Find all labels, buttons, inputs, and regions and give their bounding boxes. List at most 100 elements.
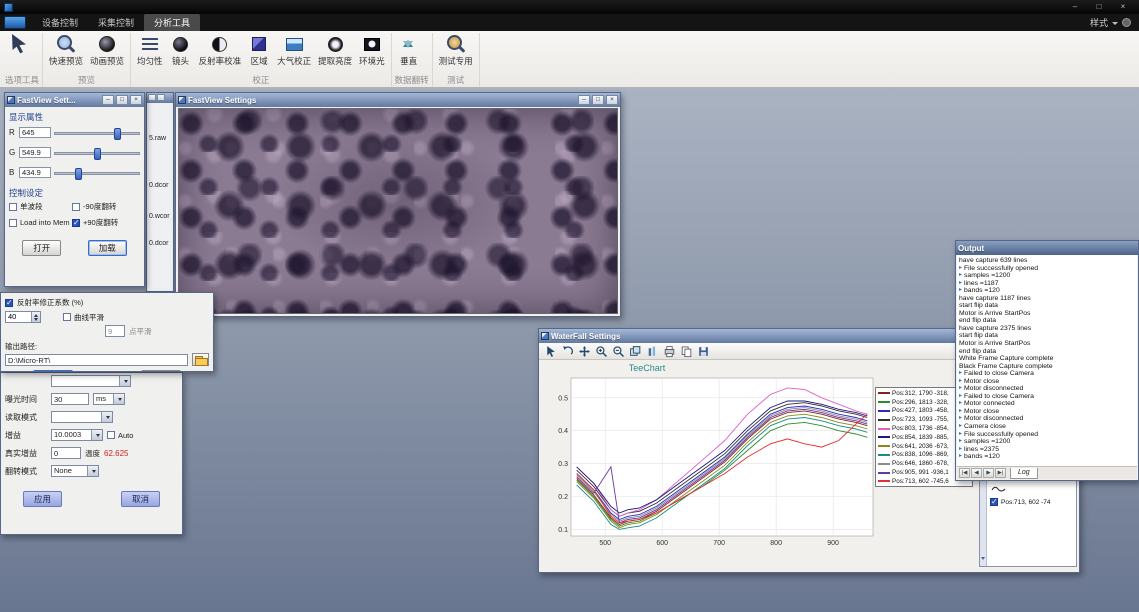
spin-down-icon[interactable] xyxy=(34,318,38,323)
spin-up-icon[interactable] xyxy=(34,312,38,317)
ribbon-item-ambient[interactable]: 环境光 xyxy=(356,33,388,65)
fastview-panel-titlebar[interactable]: FastView Sett... – □ × xyxy=(5,93,144,107)
ribbon-item-cursor[interactable] xyxy=(5,33,33,65)
cancel-button[interactable]: 取消 xyxy=(141,370,180,372)
toolbar-print-button[interactable] xyxy=(661,344,677,358)
mode-combo[interactable] xyxy=(51,375,131,387)
menu-tab-2[interactable]: 分析工具 xyxy=(144,14,200,31)
file-item[interactable]: 0.dcor xyxy=(147,240,173,247)
flip-mode-combo[interactable]: None xyxy=(51,465,99,477)
tab-log[interactable]: Log xyxy=(1010,468,1038,479)
toolbar-depth-button[interactable] xyxy=(627,344,643,358)
curve-smooth-checkbox[interactable] xyxy=(63,313,71,321)
smooth-points-value[interactable]: 9 xyxy=(105,325,125,337)
close-button[interactable]: × xyxy=(606,95,618,105)
toolbar-zoom-out-button[interactable] xyxy=(610,344,626,358)
toolbar-save-button[interactable] xyxy=(695,344,711,358)
maximize-button[interactable]: □ xyxy=(1087,1,1111,13)
channel-slider-thumb[interactable] xyxy=(75,168,82,180)
toolbar-pan-button[interactable] xyxy=(576,344,592,358)
style-selector[interactable]: 样式 xyxy=(1090,16,1139,29)
channel-slider[interactable] xyxy=(54,132,140,135)
spinner-arrows[interactable] xyxy=(31,312,40,322)
toolbar-copy-button[interactable] xyxy=(678,344,694,358)
close-button[interactable]: × xyxy=(1111,1,1135,13)
channel-slider[interactable] xyxy=(54,172,140,175)
series-checkbox[interactable] xyxy=(990,498,998,506)
file-item[interactable]: 0.wcor xyxy=(147,213,173,220)
theme-icon[interactable] xyxy=(1122,18,1131,27)
browse-folder-button[interactable] xyxy=(192,353,209,366)
fastview-image-titlebar[interactable]: FastView Settings – □ × xyxy=(176,93,620,107)
load-button[interactable]: 加载 xyxy=(88,240,127,256)
toolbar-cursor-button[interactable] xyxy=(542,344,558,358)
minimize-button[interactable]: – xyxy=(102,95,114,105)
curve-smooth-option[interactable]: 曲线平滑 xyxy=(63,312,104,323)
channel-value-input[interactable]: 434.9 xyxy=(19,167,51,178)
close-button[interactable] xyxy=(157,94,165,101)
log-text: Motor is Arrive StartPos xyxy=(959,340,1030,348)
checkbox-box[interactable] xyxy=(9,219,17,227)
microscopy-image[interactable] xyxy=(179,109,617,313)
open-button[interactable]: 打开 xyxy=(22,240,61,256)
file-item[interactable]: 5.raw xyxy=(147,135,173,142)
chart-plot[interactable]: 5006007008009000.10.20.30.40.5 xyxy=(543,374,883,556)
channel-slider[interactable] xyxy=(54,152,140,155)
exposure-value[interactable]: 30 xyxy=(51,393,89,405)
auto-gain-checkbox[interactable] xyxy=(107,431,115,439)
ribbon-item-uniformity[interactable]: 均匀性 xyxy=(134,33,166,65)
ribbon-item-flip-v[interactable]: 垂直 xyxy=(395,33,423,65)
output-titlebar[interactable]: Output xyxy=(956,241,1138,255)
coef-spinner[interactable]: 40 xyxy=(5,311,41,323)
scroll-down-icon[interactable] xyxy=(981,557,985,562)
file-item[interactable]: 0.dcor xyxy=(147,182,173,189)
ribbon-item-reflect-cal[interactable]: 反射率校准 xyxy=(196,33,245,65)
app-menu-button[interactable] xyxy=(4,16,26,29)
toolbar-undo-button[interactable] xyxy=(559,344,575,358)
minimize-button[interactable]: – xyxy=(1063,1,1087,13)
minimize-button[interactable] xyxy=(148,94,156,101)
toolbar-zoom-in-button[interactable] xyxy=(593,344,609,358)
ribbon-item-brightness[interactable]: 提取亮度 xyxy=(315,33,355,65)
control-checkbox-2[interactable]: Load into Mem xyxy=(9,217,69,228)
control-checkbox-1[interactable]: -90度翻转 xyxy=(72,201,140,212)
output-path-field[interactable]: D:\Micro-RT\ xyxy=(5,354,188,366)
close-button[interactable]: × xyxy=(130,95,142,105)
checkbox-box[interactable] xyxy=(72,219,80,227)
ribbon-item-region[interactable]: 区域 xyxy=(245,33,273,65)
menu-tab-1[interactable]: 采集控制 xyxy=(88,14,144,31)
ribbon-item-test[interactable]: 测试专用 xyxy=(436,33,476,65)
log-nav-button-3[interactable]: ▶| xyxy=(995,468,1006,478)
control-checkbox-3[interactable]: +90度翻转 xyxy=(72,217,140,228)
checkbox-box[interactable] xyxy=(72,203,80,211)
channel-slider-thumb[interactable] xyxy=(94,148,101,160)
file-list-titlebar[interactable] xyxy=(147,93,173,103)
coef-value[interactable]: 40 xyxy=(6,312,31,322)
cancel-button[interactable]: 取消 xyxy=(121,491,160,507)
apply-button[interactable]: 应用 xyxy=(23,491,62,507)
calculate-button[interactable]: 计算 xyxy=(33,370,72,372)
exposure-unit-combo[interactable]: ms xyxy=(93,393,125,405)
channel-slider-thumb[interactable] xyxy=(114,128,121,140)
ribbon-item-anim-preview[interactable]: 动画预览 xyxy=(87,33,127,65)
ribbon-item-atmos[interactable]: 大气校正 xyxy=(274,33,314,65)
ribbon-item-quick-preview[interactable]: 快速预览 xyxy=(46,33,86,65)
maximize-button[interactable]: □ xyxy=(592,95,604,105)
read-mode-combo[interactable] xyxy=(51,411,113,423)
reflectance-coef-checkbox[interactable] xyxy=(5,299,13,307)
ribbon-item-lens[interactable]: 镜头 xyxy=(167,33,195,65)
checkbox-box[interactable] xyxy=(9,203,17,211)
maximize-button[interactable]: □ xyxy=(116,95,128,105)
auto-gain-option[interactable]: Auto xyxy=(107,431,133,440)
gain-combo[interactable]: 10.0003 xyxy=(51,429,103,441)
minimize-button[interactable]: – xyxy=(578,95,590,105)
menu-tab-0[interactable]: 设备控制 xyxy=(32,14,88,31)
log-nav-button-1[interactable]: ◀ xyxy=(971,468,982,478)
log-nav-button-0[interactable]: |◀ xyxy=(959,468,970,478)
log-nav-button-2[interactable]: ▶ xyxy=(983,468,994,478)
series-item[interactable]: Pos:713, 602 -74 xyxy=(990,498,1051,506)
toolbar-series-button[interactable] xyxy=(644,344,660,358)
channel-value-input[interactable]: 549.9 xyxy=(19,147,51,158)
control-checkbox-0[interactable]: 单波段 xyxy=(9,201,69,212)
channel-value-input[interactable]: 645 xyxy=(19,127,51,138)
